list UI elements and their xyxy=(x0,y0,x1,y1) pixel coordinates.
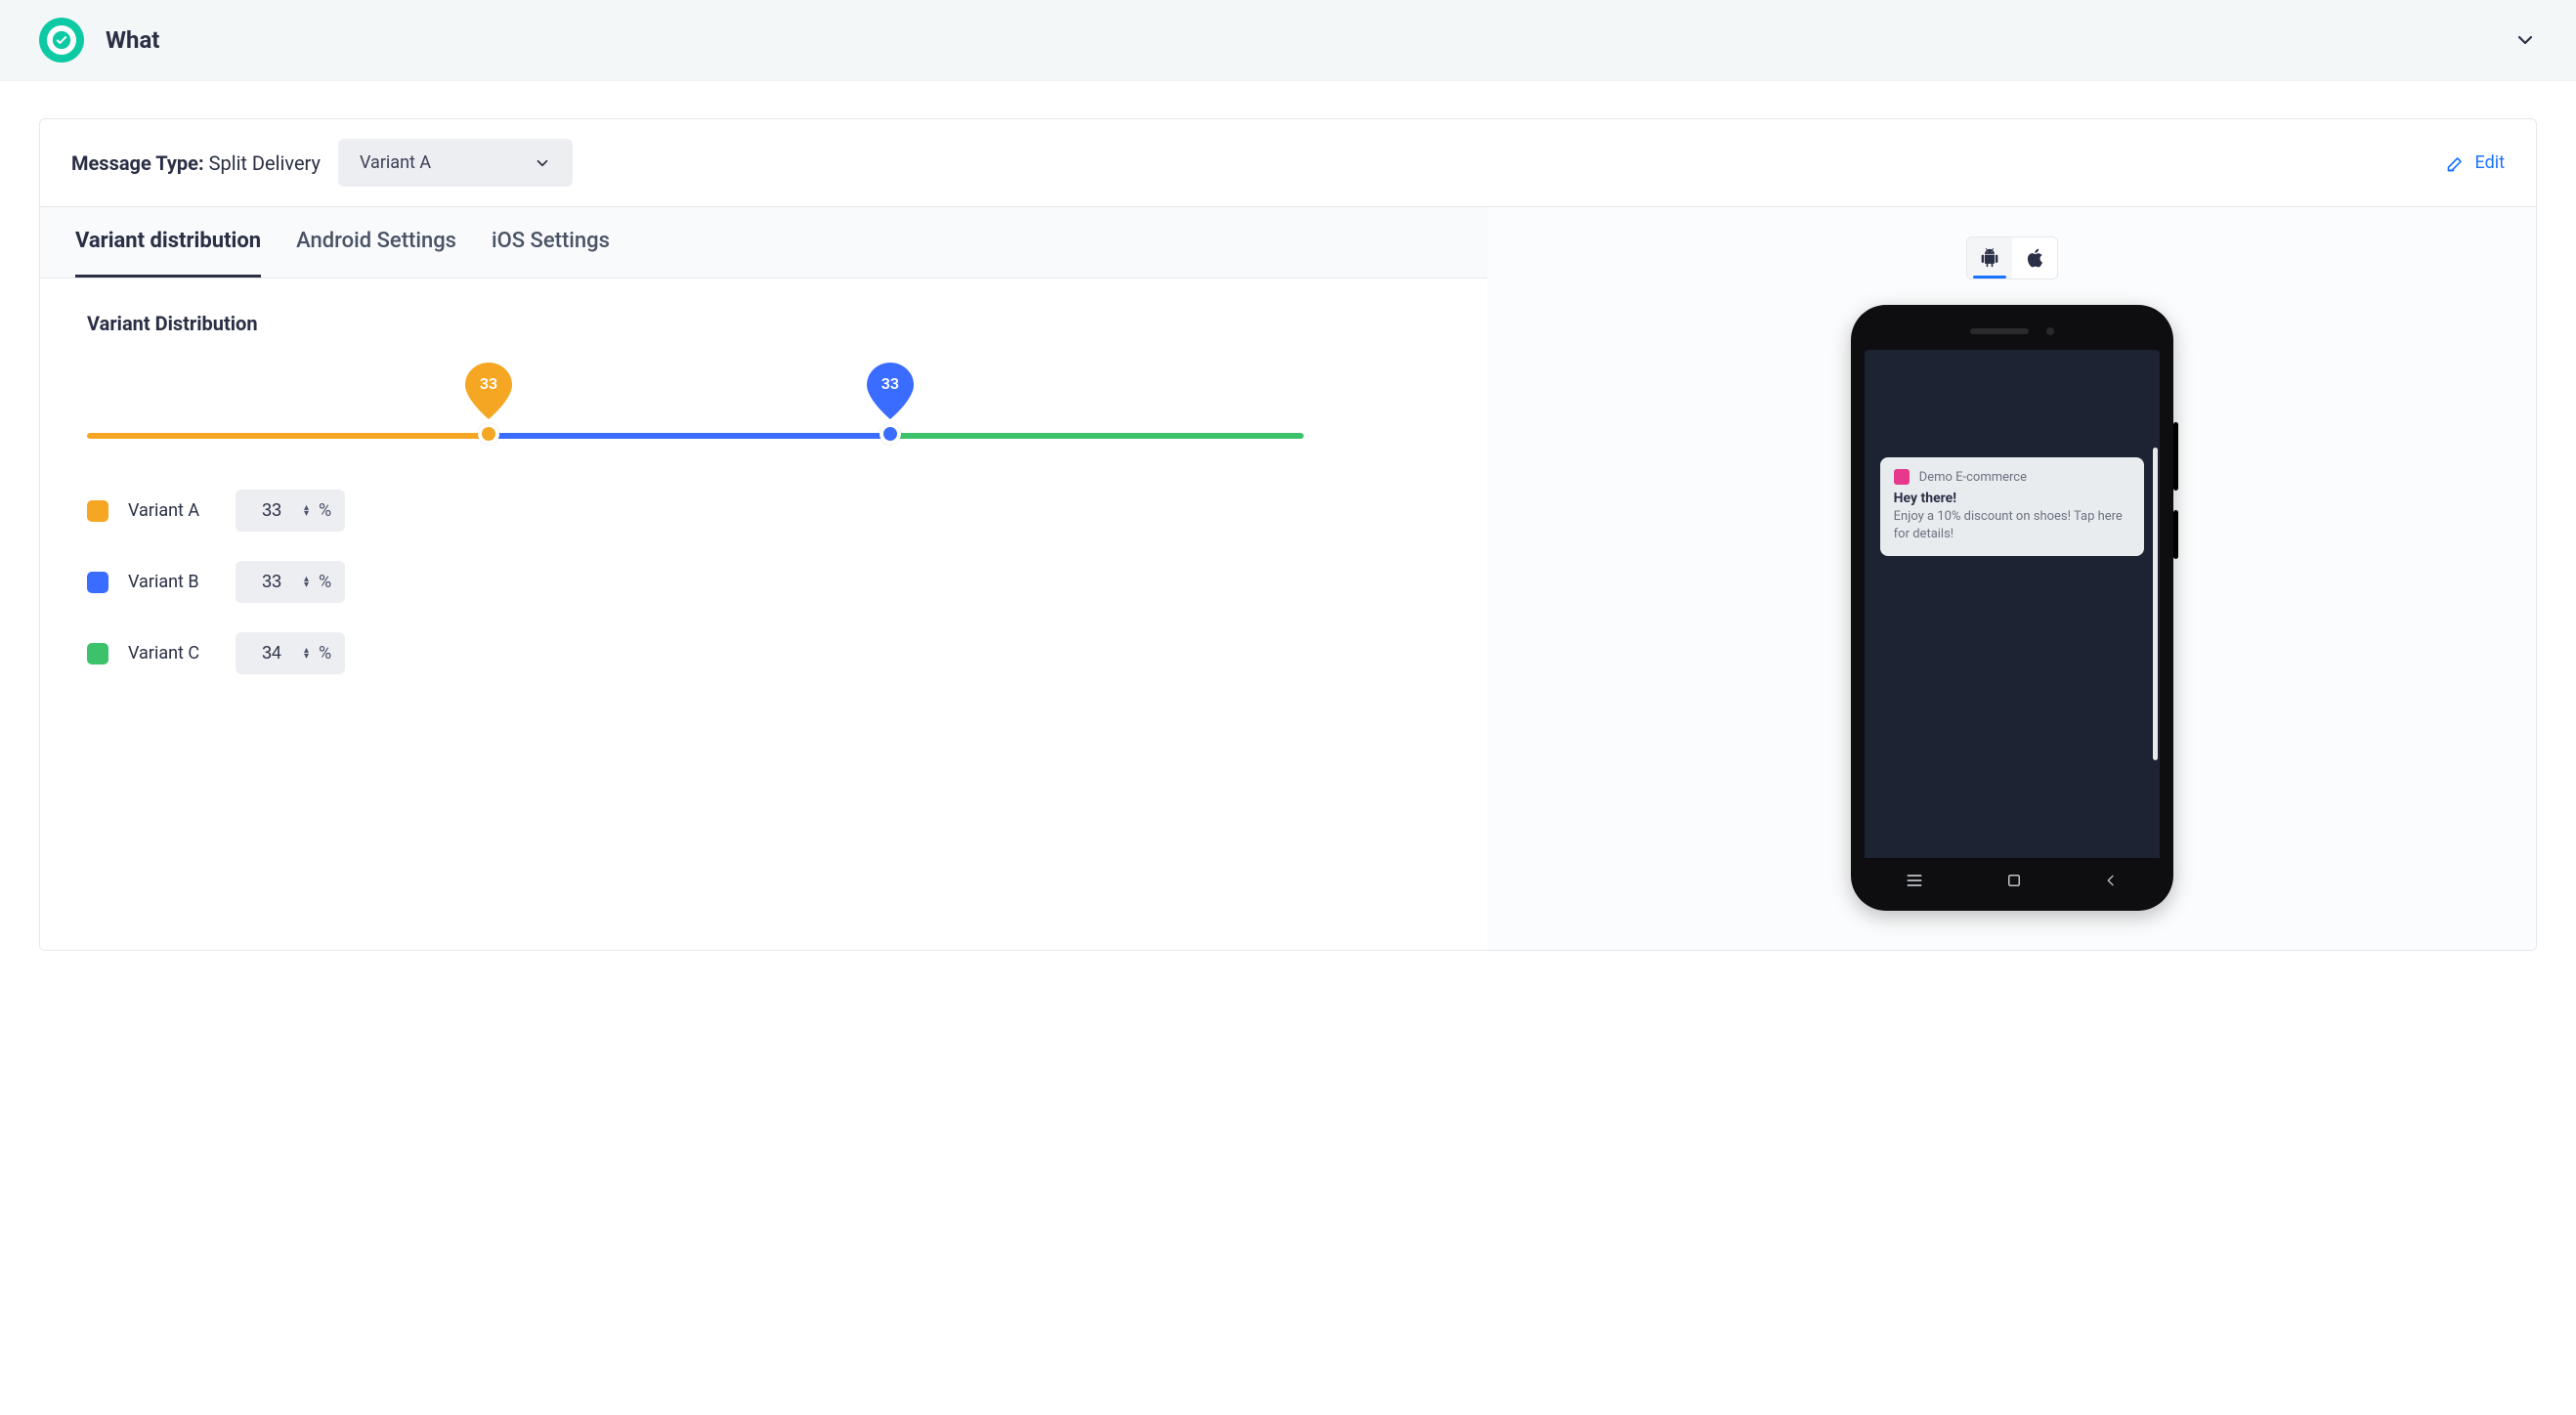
slider-marker-b[interactable]: 33 xyxy=(867,363,914,419)
variant-a-stepper[interactable]: ▴ ▾ xyxy=(304,505,309,517)
swatch-a xyxy=(87,500,108,522)
slider-segment-b xyxy=(489,433,890,439)
edit-button[interactable]: Edit xyxy=(2446,152,2505,173)
chevron-down-icon xyxy=(2513,28,2537,52)
swatch-c xyxy=(87,643,108,665)
variant-a-input[interactable] xyxy=(249,499,294,522)
preview-scrollbar[interactable] xyxy=(2153,448,2158,760)
left-pane: Variant distribution Android Settings iO… xyxy=(40,207,1487,950)
tab-variant-distribution[interactable]: Variant distribution xyxy=(75,207,261,278)
variant-b-input-wrap: ▴ ▾ % xyxy=(236,561,345,603)
variant-rows: Variant A ▴ ▾ % Variant B xyxy=(87,490,1440,674)
variant-b-stepper[interactable]: ▴ ▾ xyxy=(304,577,309,588)
slider-segment-c xyxy=(890,433,1304,439)
caret-down-icon: ▾ xyxy=(304,582,309,588)
percent-symbol: % xyxy=(319,500,331,521)
push-notification-preview: Demo E-commerce Hey there! Enjoy a 10% d… xyxy=(1880,457,2144,556)
preview-toggle-ios[interactable] xyxy=(2012,237,2057,279)
caret-down-icon: ▾ xyxy=(304,654,309,660)
phone-camera xyxy=(2046,327,2054,335)
apple-icon xyxy=(2026,248,2043,268)
what-card: Message Type: Split Delivery Variant A E… xyxy=(39,118,2537,951)
variant-b-label: Variant B xyxy=(128,572,216,592)
swatch-b xyxy=(87,572,108,593)
menu-icon xyxy=(1905,871,1924,890)
notification-body: Enjoy a 10% discount on shoes! Tap here … xyxy=(1894,508,2130,542)
slider-segment-a xyxy=(87,433,489,439)
section-title: What xyxy=(106,26,159,54)
variant-a-input-wrap: ▴ ▾ % xyxy=(236,490,345,532)
variant-b-input[interactable] xyxy=(249,571,294,593)
variant-row-c: Variant C ▴ ▾ % xyxy=(87,632,1440,674)
phone-screen: Demo E-commerce Hey there! Enjoy a 10% d… xyxy=(1865,350,2160,858)
notification-title: Hey there! xyxy=(1894,491,2130,506)
variant-c-input-wrap: ▴ ▾ % xyxy=(236,632,345,674)
card-top-bar: Message Type: Split Delivery Variant A E… xyxy=(40,119,2536,207)
tab-ios-settings[interactable]: iOS Settings xyxy=(492,207,610,278)
tab-android-settings[interactable]: Android Settings xyxy=(296,207,456,278)
notification-app-icon xyxy=(1894,469,1910,485)
preview-platform-toggle xyxy=(1966,236,2058,279)
preview-toggle-android[interactable] xyxy=(1967,237,2012,279)
slider-marker-a[interactable]: 33 xyxy=(465,363,512,419)
percent-symbol: % xyxy=(319,643,331,664)
preview-pane: Demo E-commerce Hey there! Enjoy a 10% d… xyxy=(1487,207,2536,950)
collapse-toggle[interactable] xyxy=(2513,28,2537,52)
percent-symbol: % xyxy=(319,572,331,592)
phone-nav-bar xyxy=(1865,858,2160,903)
variant-row-a: Variant A ▴ ▾ % xyxy=(87,490,1440,532)
chevron-down-icon xyxy=(534,154,551,172)
notification-app-name: Demo E-commerce xyxy=(1919,470,2027,485)
variant-select[interactable]: Variant A xyxy=(338,139,573,187)
distribution-slider[interactable]: 33 33 xyxy=(87,363,1440,460)
chevron-left-icon xyxy=(2103,873,2119,888)
section-header: What xyxy=(0,0,2576,81)
caret-down-icon: ▾ xyxy=(304,511,309,517)
slider-handle-a[interactable] xyxy=(478,423,499,445)
slider-marker-a-value: 33 xyxy=(465,374,512,393)
slider-marker-b-value: 33 xyxy=(867,374,914,393)
variant-c-label: Variant C xyxy=(128,643,216,664)
check-icon xyxy=(52,30,71,50)
square-icon xyxy=(2005,872,2023,889)
variant-c-stepper[interactable]: ▴ ▾ xyxy=(304,648,309,660)
variant-row-b: Variant B ▴ ▾ % xyxy=(87,561,1440,603)
variant-a-label: Variant A xyxy=(128,500,216,521)
phone-mockup: Demo E-commerce Hey there! Enjoy a 10% d… xyxy=(1851,305,2173,911)
variant-select-value: Variant A xyxy=(360,152,431,173)
distribution-title: Variant Distribution xyxy=(87,312,1440,335)
slider-handle-b[interactable] xyxy=(880,423,901,445)
pencil-icon xyxy=(2446,153,2466,173)
message-type-label: Message Type: Split Delivery xyxy=(71,151,321,175)
tabs: Variant distribution Android Settings iO… xyxy=(40,207,1487,279)
android-icon xyxy=(1980,248,1999,268)
variant-c-input[interactable] xyxy=(249,642,294,665)
step-complete-badge xyxy=(39,18,84,63)
phone-speaker xyxy=(1970,328,2029,334)
edit-label: Edit xyxy=(2475,152,2505,173)
